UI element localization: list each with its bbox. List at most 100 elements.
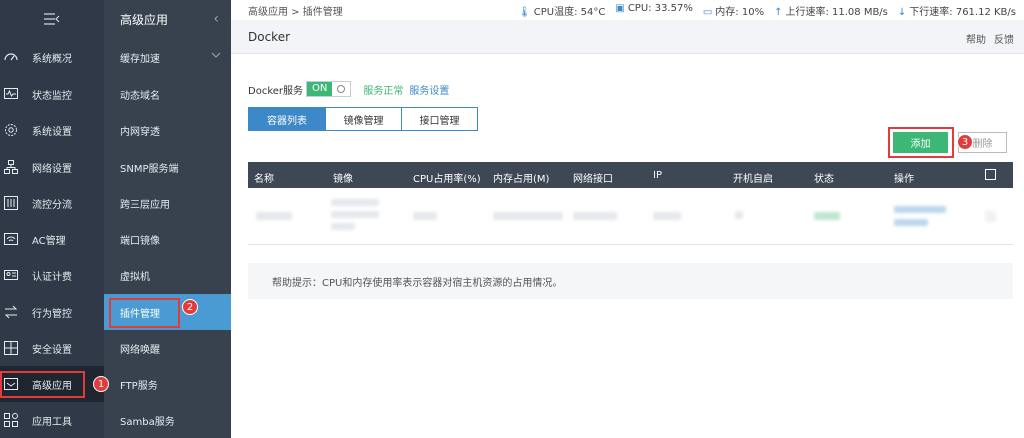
sidebar-item-flow[interactable]: 流控分流 xyxy=(0,185,104,221)
top-status-bar: 高级应用 > 插件管理 🌡 CPU温度: 54°C ▣ CPU: 33.57% ▭ 内… xyxy=(231,0,1024,18)
sidebar-item-overview[interactable]: 系统概况 xyxy=(0,39,104,75)
table-header: 名称 镜像 CPU占用率(%) 内存占用(M) 网络接口 IP 开机自启 状态 … xyxy=(248,162,1013,188)
select-all-checkbox[interactable] xyxy=(985,169,996,180)
thermometer-icon: 🌡 xyxy=(518,7,531,18)
blurred-status xyxy=(814,212,840,220)
network-icon xyxy=(2,158,20,176)
blurred-cell xyxy=(493,212,563,220)
id-card-icon xyxy=(2,266,20,284)
sidebar-item-ac[interactable]: AC管理 xyxy=(0,221,104,257)
memory-value: 内存: 10% xyxy=(715,7,765,18)
system-status: 🌡 CPU温度: 54°C ▣ CPU: 33.57% ▭ 内存: 10% ↑ 上行速率… xyxy=(518,3,1016,18)
sidebar-item-auth[interactable]: 认证计费 xyxy=(0,257,104,293)
submenu-item-cache[interactable]: 缓存加速 xyxy=(104,39,231,75)
sliders-icon xyxy=(2,194,20,212)
sidebar-item-tools[interactable]: 应用工具 xyxy=(0,402,104,438)
sidebar-item-settings[interactable]: 系统设置 xyxy=(0,112,104,148)
submenu-item-penetration[interactable]: 内网穿透 xyxy=(104,112,231,148)
sidebar-item-network[interactable]: 网络设置 xyxy=(0,149,104,185)
page-header: Docker 帮助 反馈 xyxy=(231,20,1024,54)
toggle-on-label: ON xyxy=(307,82,333,96)
blurred-cell xyxy=(256,212,292,220)
col-autostart: 开机自启 xyxy=(733,174,773,185)
submenu-item-cross-layer[interactable]: 跨三层应用 xyxy=(104,185,231,221)
submenu-item-wol[interactable]: 网络唤醒 xyxy=(104,330,231,366)
feedback-link[interactable]: 反馈 xyxy=(994,31,1014,46)
header-links: 帮助 反馈 xyxy=(966,31,1014,46)
submenu-item-samba[interactable]: Samba服务 xyxy=(104,402,231,438)
blurred-cell xyxy=(331,199,379,206)
arrow-down-icon: ↓ xyxy=(897,7,907,18)
chevron-down-icon xyxy=(211,52,221,58)
memory-icon: ▭ xyxy=(702,7,713,18)
docker-tabs: 容器列表 镜像管理 接口管理 xyxy=(248,107,478,131)
blurred-action-links xyxy=(894,206,946,213)
help-link[interactable]: 帮助 xyxy=(966,31,986,46)
sidebar-item-label: 认证计费 xyxy=(32,271,72,283)
highlight-advanced xyxy=(0,371,85,398)
tab-images[interactable]: 镜像管理 xyxy=(325,108,401,130)
col-name: 名称 xyxy=(254,174,274,185)
chevron-left-icon[interactable]: ‹ xyxy=(213,11,219,27)
blurred-cell xyxy=(331,223,355,230)
submenu-item-ddns[interactable]: 动态域名 xyxy=(104,76,231,112)
submenu-item-port-mirror[interactable]: 端口镜像 xyxy=(104,221,231,257)
service-status: 服务正常 xyxy=(363,85,404,97)
sidebar-item-behavior[interactable]: 行为管控 xyxy=(0,294,104,330)
col-cpu: CPU占用率(%) xyxy=(413,174,481,185)
tab-interfaces[interactable]: 接口管理 xyxy=(401,108,477,130)
arrow-up-icon: ↑ xyxy=(774,7,783,18)
sidebar-item-label: 状态监控 xyxy=(32,90,72,102)
submenu-item-vm[interactable]: 虚拟机 xyxy=(104,257,231,293)
cpu-value: CPU: 33.57% xyxy=(627,3,693,14)
upload-value: 上行速率: 11.08 MB/s xyxy=(785,7,888,18)
wifi-icon xyxy=(2,230,20,248)
submenu-item-snmp[interactable]: SNMP服务端 xyxy=(104,149,231,185)
submenu-item-label: 内网穿透 xyxy=(120,126,160,138)
menu-collapse-icon[interactable] xyxy=(0,0,104,38)
submenu-title-text: 高级应用 xyxy=(120,12,169,27)
annotation-badge-3: 3 xyxy=(957,134,973,150)
tab-containers[interactable]: 容器列表 xyxy=(249,108,325,130)
sidebar-item-monitor[interactable]: 状态监控 xyxy=(0,76,104,112)
annotation-badge-1: 1 xyxy=(93,376,109,392)
col-ip: IP xyxy=(653,170,662,181)
cpu-status: ▣ CPU: 33.57% xyxy=(615,3,692,18)
submenu-title: 高级应用 ‹ xyxy=(104,0,231,38)
shield-grid-icon xyxy=(2,339,20,357)
sidebar-item-label: 系统设置 xyxy=(32,126,72,138)
sidebar-item-label: 网络设置 xyxy=(32,163,72,175)
toggle-off-knob xyxy=(332,82,350,96)
download-status: ↓ 下行速率: 761.12 KB/s xyxy=(898,3,1016,18)
submenu-item-label: SNMP服务端 xyxy=(120,163,179,175)
sidebar-item-label: 安全设置 xyxy=(32,344,72,356)
sidebar-item-label: 流控分流 xyxy=(32,199,72,211)
submenu-item-ftp[interactable]: FTP服务 xyxy=(104,366,231,402)
col-network: 网络接口 xyxy=(573,174,613,185)
col-memory: 内存占用(M) xyxy=(493,174,550,185)
breadcrumb: 高级应用 > 插件管理 xyxy=(248,7,343,18)
monitor-icon xyxy=(2,85,20,103)
blurred-cell xyxy=(331,211,379,218)
service-settings-link[interactable]: 服务设置 xyxy=(409,82,449,97)
col-image: 镜像 xyxy=(333,174,353,185)
col-status: 状态 xyxy=(814,174,834,185)
cpu-temp-value: CPU温度: 54°C xyxy=(533,7,606,18)
docker-service-toggle[interactable]: ON xyxy=(306,81,352,97)
blurred-cell xyxy=(573,212,617,220)
highlight-plugins xyxy=(109,298,180,328)
tools-icon xyxy=(2,411,20,429)
submenu-item-label: 网络唤醒 xyxy=(120,344,160,356)
table-row[interactable] xyxy=(248,189,1013,245)
submenu-item-label: FTP服务 xyxy=(120,380,158,392)
add-button-highlight xyxy=(888,127,954,158)
sidebar-item-label: 行为管控 xyxy=(32,308,72,320)
arrows-icon xyxy=(2,303,20,321)
upload-status: ↑ 上行速率: 11.08 MB/s xyxy=(774,3,888,18)
dashboard-icon xyxy=(2,48,20,66)
docker-service-label: Docker服务 xyxy=(248,85,304,97)
download-value: 下行速率: 761.12 KB/s xyxy=(909,7,1016,18)
memory-status: ▭ 内存: 10% xyxy=(703,3,764,18)
col-actions: 操作 xyxy=(894,174,914,185)
sidebar-item-security[interactable]: 安全设置 xyxy=(0,330,104,366)
